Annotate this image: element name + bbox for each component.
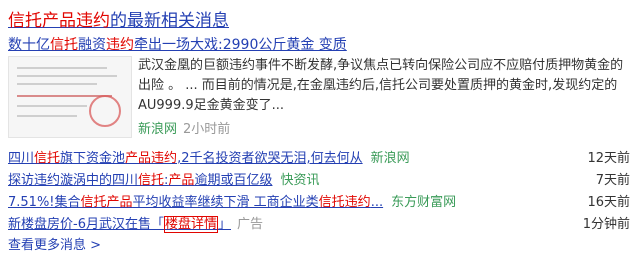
top-title-keyword: 违约 bbox=[106, 37, 134, 53]
title-keyword: 信托产品违约 bbox=[8, 11, 110, 31]
news-item[interactable]: 7.51%!集合信托产品平均收益率继续下滑 工商企业类信托违约... 东方财富网 bbox=[8, 191, 548, 210]
top-news-abstract: 武汉金凰的巨额违约事件不断发酵,争议焦点已转向保险公司应不应赔付质押物黄金的 出… bbox=[138, 58, 624, 113]
news-thumbnail[interactable] bbox=[8, 56, 132, 138]
top-title-part: 数十亿 bbox=[8, 37, 50, 53]
news-source: 东方财富网 bbox=[391, 195, 457, 210]
top-title-keyword: 信托 bbox=[50, 37, 78, 53]
news-item[interactable]: 四川信托旗下资金池产品违约,2千名投资者欲哭无泪,何去何从 新浪网 bbox=[8, 147, 548, 166]
news-item[interactable]: 探访违约漩涡中的四川信托:产品逾期或百亿级 快资讯 bbox=[8, 169, 548, 188]
news-time: 12天前 bbox=[587, 151, 630, 166]
news-source: 快资讯 bbox=[280, 173, 320, 188]
stamp-seal-icon bbox=[89, 95, 121, 127]
title-suffix: 的最新相关消息 bbox=[110, 11, 229, 31]
news-item-title[interactable]: 四川信托旗下资金池产品违约,2千名投资者欲哭无泪,何去何从 bbox=[8, 151, 363, 166]
ad-highlight-box: 楼盘详情 bbox=[163, 216, 218, 233]
news-section-title[interactable]: 信托产品违约的最新相关消息 bbox=[8, 6, 229, 31]
ad-title[interactable]: 新楼盘房价-6月武汉在售「楼盘详情」 bbox=[8, 216, 231, 233]
news-item-title[interactable]: 探访违约漩涡中的四川信托:产品逾期或百亿级 bbox=[8, 173, 272, 188]
top-news-title-link[interactable]: 数十亿信托融资违约牵出一场大戏:2990公斤黄金 变质 bbox=[8, 34, 347, 54]
news-time: 16天前 bbox=[587, 195, 630, 210]
ad-item[interactable]: 新楼盘房价-6月武汉在售「楼盘详情」 广告 bbox=[8, 213, 548, 233]
news-source: 新浪网 bbox=[370, 151, 410, 166]
news-time: 7天前 bbox=[595, 173, 630, 188]
news-item-title[interactable]: 7.51%!集合信托产品平均收益率继续下滑 工商企业类信托违约... bbox=[8, 195, 383, 210]
top-title-part: 牵出一场大戏:2990公斤黄金 变质 bbox=[134, 37, 347, 53]
news-source[interactable]: 新浪网 bbox=[138, 122, 177, 137]
ad-time: 1分钟前 bbox=[582, 217, 630, 232]
view-more-link[interactable]: 查看更多消息 > bbox=[8, 234, 101, 253]
news-time: 2小时前 bbox=[183, 122, 231, 137]
top-title-part: 融资 bbox=[78, 37, 106, 53]
ad-label: 广告 bbox=[237, 217, 264, 232]
top-news-meta: 新浪网 2小时前 bbox=[138, 118, 230, 137]
